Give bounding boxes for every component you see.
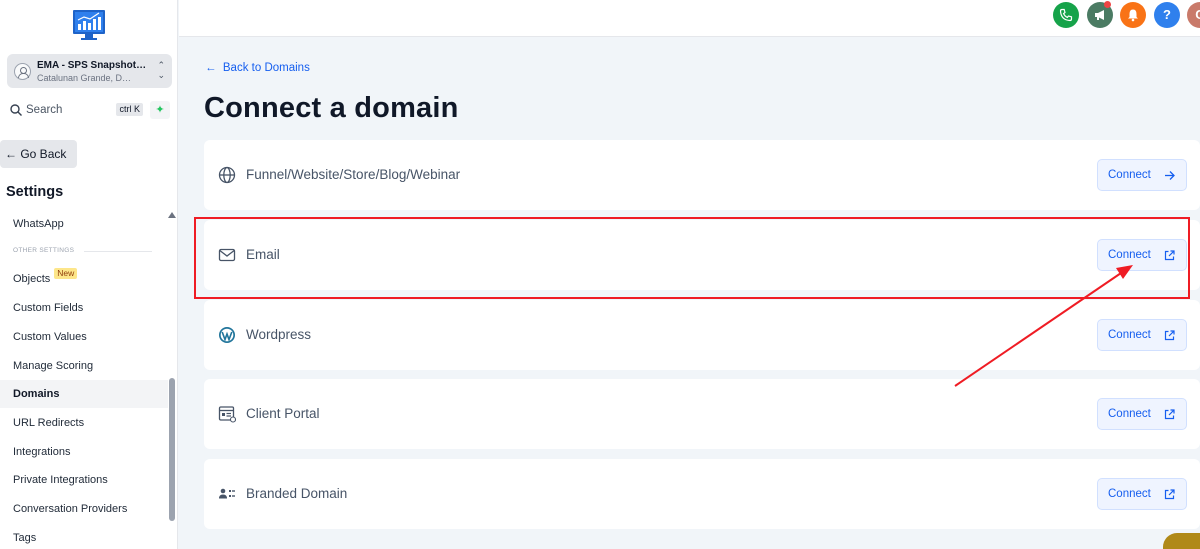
chat-widget-button[interactable] [1163, 533, 1200, 549]
annotation-arrow-icon [954, 265, 1133, 387]
